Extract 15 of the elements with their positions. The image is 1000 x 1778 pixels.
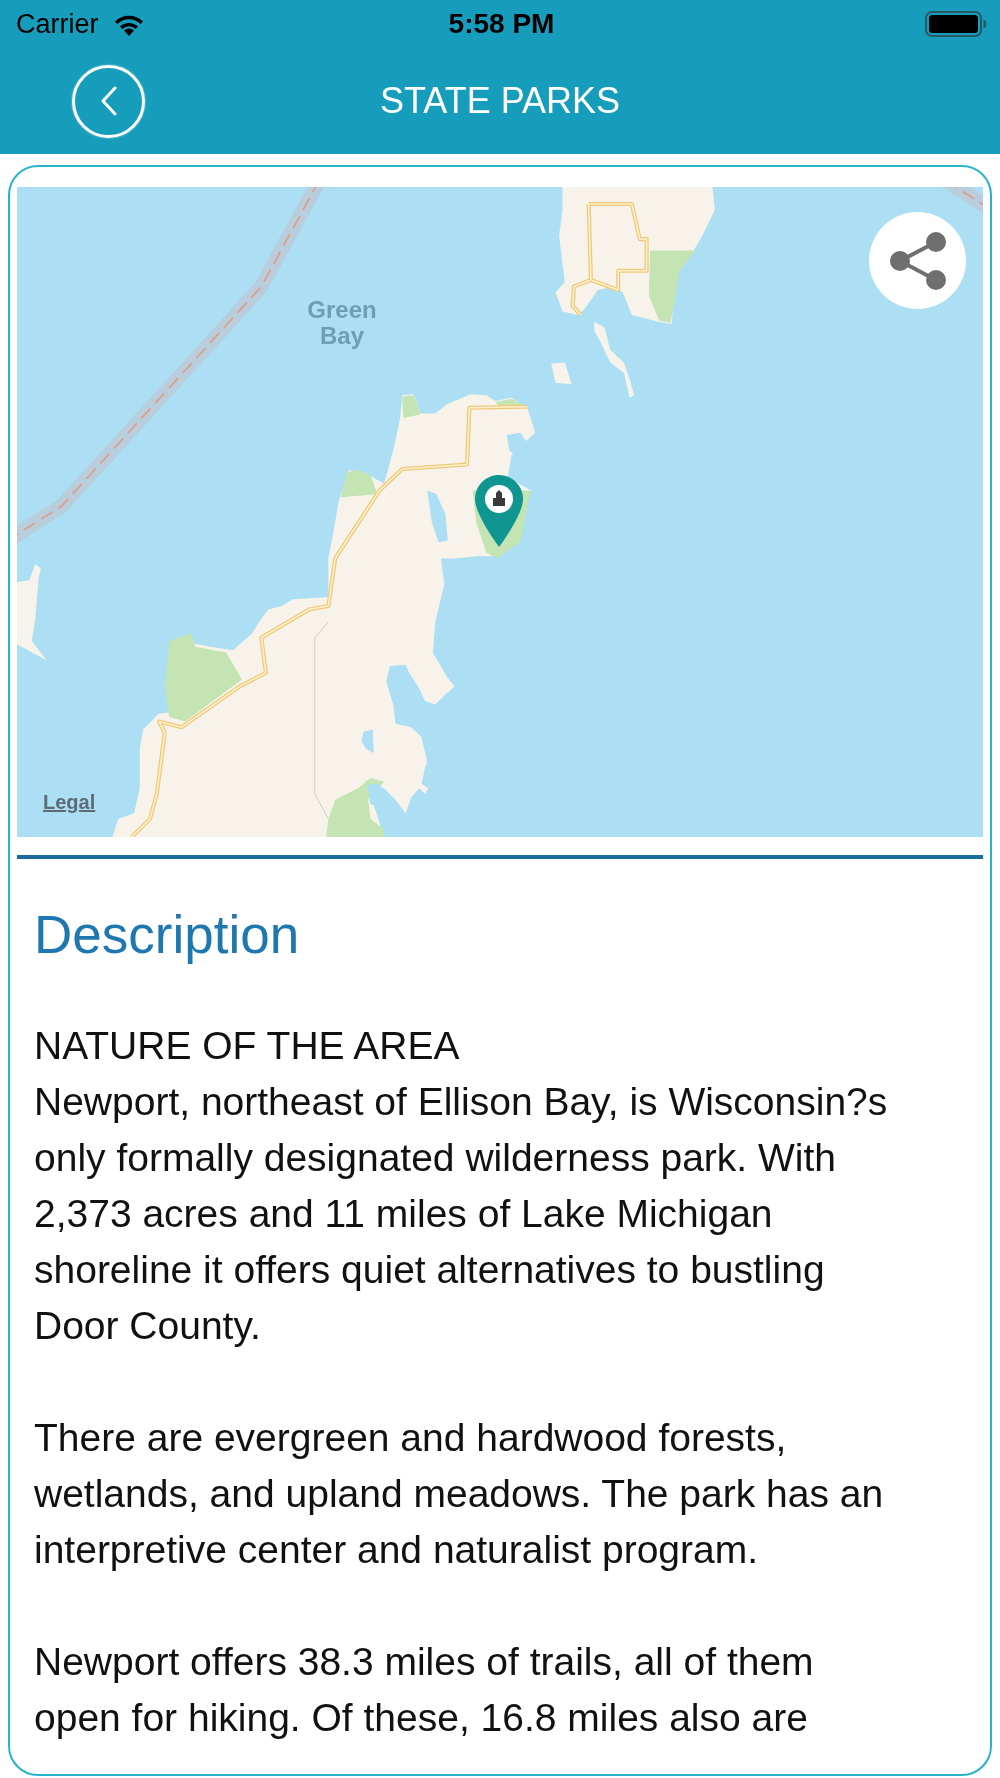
header-title: STATE PARKS (379, 79, 620, 123)
description-paragraph: Newport offers 38.3 miles of trails, all of them open for hiking. Of these, 16.8 miles also are (34, 1639, 815, 1741)
battery-icon (925, 11, 987, 37)
description-paragraph: Newport, northeast of Ellison Bay, is Wisconsin?s only formally designated wilderness park. With 2,373 acres and 11 miles of Lake Michigan shoreline it offers quiet alternatives to bustling Door County. (34, 1079, 889, 1349)
back-button[interactable] (72, 64, 145, 138)
chevron-left-icon (99, 86, 118, 116)
map-label: Green Bay (306, 297, 378, 349)
description-paragraph: There are evergreen and hardwood forests, wetlands, and upland meadows. The park has an interpretive center and naturalist program. (34, 1415, 885, 1573)
share-icon (887, 231, 948, 290)
section-heading: NATURE OF THE AREA (34, 1023, 461, 1069)
carrier-label: Carrier (16, 10, 99, 38)
section-title: Description (34, 904, 301, 966)
map-pin-icon[interactable] (475, 475, 523, 547)
status-time: 5:58 PM (448, 10, 555, 38)
legal-link[interactable]: Legal (43, 791, 96, 814)
